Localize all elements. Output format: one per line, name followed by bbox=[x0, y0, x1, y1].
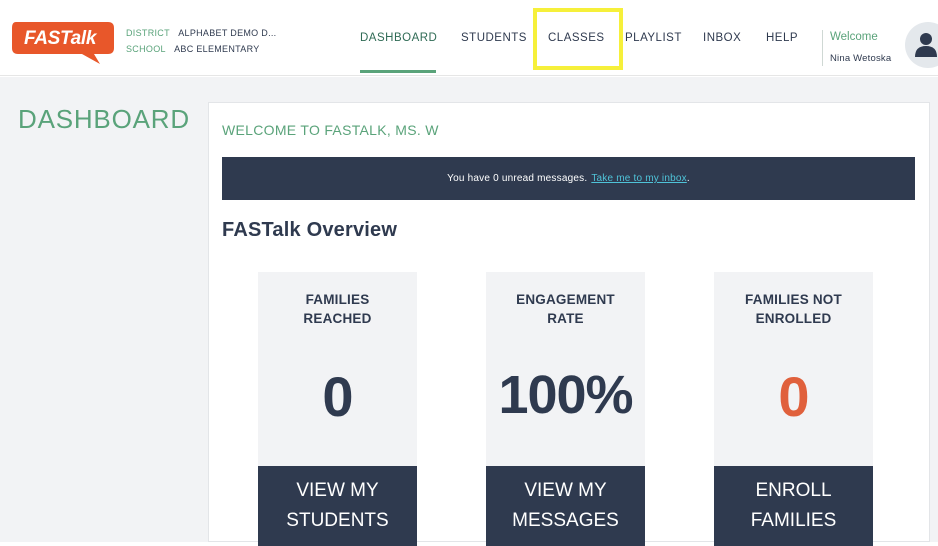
welcome-heading: WELCOME TO FASTALK, MS. W bbox=[222, 122, 439, 138]
school-value: ABC ELEMENTARY bbox=[174, 44, 260, 54]
card-title-line: REACHED bbox=[303, 311, 372, 326]
page-title: DASHBOARD bbox=[18, 104, 190, 134]
card-title-line: ENROLLED bbox=[755, 311, 832, 326]
card-title-line: FAMILIES NOT bbox=[745, 292, 842, 307]
button-line: FAMILIES bbox=[750, 510, 837, 531]
nav-help[interactable]: HELP bbox=[766, 32, 798, 52]
logo-text: FASTalk bbox=[24, 28, 97, 49]
families-reached-card: FAMILIES REACHED 0 VIEW MY STUDENTS bbox=[258, 272, 417, 546]
view-my-messages-button[interactable]: VIEW MY MESSAGES bbox=[486, 466, 645, 546]
district-school-info: DISTRICT ALPHABET DEMO D... SCHOOL ABC E… bbox=[126, 25, 276, 57]
families-reached-value: 0 bbox=[322, 365, 353, 428]
school-row: SCHOOL ABC ELEMENTARY bbox=[126, 41, 276, 57]
school-key: SCHOOL bbox=[126, 44, 166, 54]
nav-dashboard[interactable]: DASHBOARD bbox=[360, 32, 437, 52]
district-key: DISTRICT bbox=[126, 28, 170, 38]
button-line: MESSAGES bbox=[512, 510, 619, 531]
nav-inbox[interactable]: INBOX bbox=[703, 32, 741, 52]
engagement-rate-card: ENGAGEMENT RATE 100% VIEW MY MESSAGES bbox=[486, 272, 645, 546]
card-title: FAMILIES NOT ENROLLED bbox=[714, 290, 873, 328]
unread-messages-banner: You have 0 unread messages. Take me to m… bbox=[222, 157, 915, 200]
welcome-label: Welcome bbox=[830, 31, 878, 43]
overview-heading: FASTalk Overview bbox=[222, 219, 398, 241]
active-nav-underline bbox=[360, 70, 436, 73]
enroll-families-button[interactable]: ENROLL FAMILIES bbox=[714, 466, 873, 546]
user-icon bbox=[915, 33, 937, 57]
button-line: STUDENTS bbox=[286, 510, 389, 531]
classes-highlight-box bbox=[533, 8, 623, 70]
banner-period: . bbox=[686, 173, 690, 184]
families-not-enrolled-value: 0 bbox=[778, 365, 809, 428]
card-title: FAMILIES REACHED bbox=[258, 290, 417, 328]
district-row: DISTRICT ALPHABET DEMO D... bbox=[126, 25, 276, 41]
district-value: ALPHABET DEMO D... bbox=[178, 28, 277, 38]
button-line: VIEW MY bbox=[296, 480, 379, 501]
card-title-line: RATE bbox=[547, 311, 584, 326]
nav-playlist[interactable]: PLAYLIST bbox=[625, 32, 682, 52]
fastalk-logo[interactable]: FASTalk bbox=[10, 18, 116, 64]
inbox-link[interactable]: Take me to my inbox bbox=[591, 173, 687, 184]
engagement-rate-value: 100% bbox=[498, 365, 633, 425]
nav-students[interactable]: STUDENTS bbox=[461, 32, 527, 52]
button-line: ENROLL bbox=[755, 480, 832, 501]
card-title-line: ENGAGEMENT bbox=[516, 292, 615, 307]
welcome-user-name: Nina Wetoska bbox=[830, 53, 892, 64]
card-title-line: FAMILIES bbox=[305, 292, 370, 307]
top-header: FASTalk DISTRICT ALPHABET DEMO D... SCHO… bbox=[0, 0, 938, 76]
card-title: ENGAGEMENT RATE bbox=[486, 290, 645, 328]
families-not-enrolled-card: FAMILIES NOT ENROLLED 0 ENROLL FAMILIES bbox=[714, 272, 873, 546]
view-my-students-button[interactable]: VIEW MY STUDENTS bbox=[258, 466, 417, 546]
avatar[interactable] bbox=[905, 22, 938, 68]
banner-text: You have 0 unread messages. bbox=[447, 173, 588, 184]
welcome-divider bbox=[822, 30, 823, 66]
button-line: VIEW MY bbox=[524, 480, 607, 501]
